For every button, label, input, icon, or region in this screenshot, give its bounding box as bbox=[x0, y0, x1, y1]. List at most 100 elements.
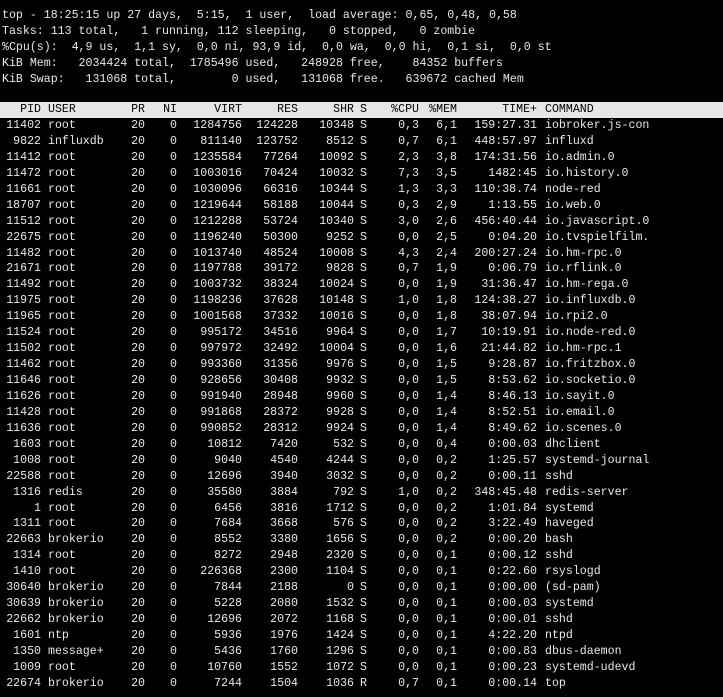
cell-command: io.email.0 bbox=[545, 405, 615, 419]
cell-state: S bbox=[360, 230, 367, 244]
cell-virt: 5436 bbox=[214, 644, 242, 658]
cell-pr: 20 bbox=[131, 389, 145, 403]
cell-pr: 20 bbox=[131, 581, 145, 595]
table-row: 30639 brokerio 20 0 5228 2080 1532 S 0,0 0,1 0:00.… bbox=[0, 596, 723, 612]
table-row: 22662 brokerio 20 0 12696 2072 1168 S 0,0 0,1 0:00… bbox=[0, 612, 723, 628]
col-pid: PID bbox=[20, 103, 41, 116]
cell-command: systemd-udevd bbox=[545, 660, 636, 674]
cell-ni: 0 bbox=[170, 134, 177, 148]
cell-virt: 1003732 bbox=[193, 278, 242, 292]
cell-state: S bbox=[360, 246, 367, 260]
cell-pr: 20 bbox=[131, 676, 145, 690]
cell-mem: 1,9 bbox=[436, 262, 457, 276]
cell-time: 0:22.60 bbox=[488, 565, 537, 579]
cell-ni: 0 bbox=[170, 119, 177, 132]
table-row: 11482 root 20 0 1013740 48524 10008 S 4,3 2,4 200:… bbox=[0, 246, 723, 262]
cell-command: systemd-journal bbox=[545, 453, 650, 467]
cell-user: root bbox=[48, 437, 76, 451]
cell-state: S bbox=[360, 485, 367, 499]
cell-cpu: 0,7 bbox=[398, 262, 419, 276]
cell-pr: 20 bbox=[131, 644, 145, 658]
table-row: 1314 root 20 0 8272 2948 2320 S 0,0 0,1 0:00.12 ssh… bbox=[0, 548, 723, 564]
cell-mem: 1,4 bbox=[436, 389, 457, 403]
cell-shr: 0 bbox=[347, 581, 354, 595]
cell-pr: 20 bbox=[131, 278, 145, 292]
cell-res: 38324 bbox=[263, 278, 298, 292]
cell-shr: 3032 bbox=[326, 469, 354, 483]
table-row: 1316 redis 20 0 35580 3884 792 S 1,0 0,2 348:45.48… bbox=[0, 485, 723, 501]
cell-mem: 1,5 bbox=[436, 358, 457, 372]
cell-cpu: 0,0 bbox=[398, 437, 419, 451]
cell-pid: 1311 bbox=[13, 517, 41, 531]
table-row: 1311 root 20 0 7684 3668 576 S 0,0 0,2 3:22.49 have… bbox=[0, 516, 723, 532]
cell-ni: 0 bbox=[170, 421, 177, 435]
cell-mem: 1,8 bbox=[436, 294, 457, 308]
cell-res: 28948 bbox=[263, 389, 298, 403]
cell-user: root bbox=[48, 262, 76, 276]
cell-mem: 2,9 bbox=[436, 198, 457, 212]
cell-mem: 0,2 bbox=[436, 453, 457, 467]
table-row: 1009 root 20 0 10760 1552 1072 S 0,0 0,1 0:00.23 sy… bbox=[0, 660, 723, 676]
cell-res: 123752 bbox=[256, 134, 298, 148]
cell-ni: 0 bbox=[170, 374, 177, 387]
cell-time: 0:00.20 bbox=[488, 533, 537, 547]
cell-state: S bbox=[360, 549, 367, 563]
table-row: 22674 brokerio 20 0 7244 1504 1036 R 0,7 0,1 0:00.… bbox=[0, 676, 723, 692]
cell-virt: 991940 bbox=[200, 389, 242, 403]
cell-pid: 1009 bbox=[13, 660, 41, 674]
cell-mem: 0,2 bbox=[436, 501, 457, 515]
cell-shr: 8512 bbox=[326, 134, 354, 148]
cell-time: 9:28.87 bbox=[488, 358, 537, 372]
col-state: S bbox=[360, 103, 367, 116]
cell-user: root bbox=[48, 310, 76, 324]
table-row: 11462 root 20 0 993360 31356 9976 S 0,0 1,5 9:28.8… bbox=[0, 357, 723, 373]
cell-user: root bbox=[48, 182, 76, 196]
cell-pid: 11412 bbox=[6, 150, 41, 164]
col-pr: PR bbox=[131, 103, 145, 116]
cell-virt: 10812 bbox=[207, 437, 242, 451]
cell-time: 174:31.56 bbox=[474, 150, 537, 164]
cell-cpu: 3,0 bbox=[398, 214, 419, 228]
cell-ni: 0 bbox=[170, 581, 177, 595]
cell-time: 8:49.62 bbox=[488, 421, 537, 435]
cell-ni: 0 bbox=[170, 644, 177, 658]
cell-command: bash bbox=[545, 533, 573, 547]
col-ni: NI bbox=[163, 103, 177, 116]
cell-pr: 20 bbox=[131, 549, 145, 563]
cell-shr: 1532 bbox=[326, 597, 354, 611]
table-row: 11512 root 20 0 1212288 53724 10340 S 3,0 2,6 456:… bbox=[0, 214, 723, 230]
cell-user: influxdb bbox=[48, 134, 104, 148]
cell-virt: 1196240 bbox=[193, 230, 242, 244]
cell-mem: 0,1 bbox=[436, 549, 457, 563]
cell-mem: 1,5 bbox=[436, 374, 457, 387]
cell-pid: 11975 bbox=[6, 294, 41, 308]
cell-time: 348:45.48 bbox=[474, 485, 537, 499]
cell-shr: 1104 bbox=[326, 565, 354, 579]
cell-command: systemd bbox=[545, 501, 594, 515]
cell-cpu: 0,0 bbox=[398, 453, 419, 467]
cell-command: top bbox=[545, 676, 566, 690]
cell-command: io.scenes.0 bbox=[545, 421, 622, 435]
table-row: 11626 root 20 0 991940 28948 9960 S 0,0 1,4 8:46.1… bbox=[0, 389, 723, 405]
cell-pr: 20 bbox=[131, 453, 145, 467]
cell-res: 37628 bbox=[263, 294, 298, 308]
cell-pr: 20 bbox=[131, 150, 145, 164]
table-row: 11428 root 20 0 991868 28372 9928 S 0,0 1,4 8:52.5… bbox=[0, 405, 723, 421]
table-row: 1601 ntp 20 0 5936 1976 1424 S 0,0 0,1 4:22.20 ntpd bbox=[0, 628, 723, 644]
cell-state: S bbox=[360, 198, 367, 212]
cell-user: root bbox=[48, 342, 76, 356]
cell-user: redis bbox=[48, 485, 83, 499]
col-command: COMMAND bbox=[545, 103, 594, 116]
cell-command: haveged bbox=[545, 517, 594, 531]
cell-time: 38:07.94 bbox=[481, 310, 537, 324]
cell-mem: 1,9 bbox=[436, 278, 457, 292]
cell-shr: 9828 bbox=[326, 262, 354, 276]
cell-shr: 1296 bbox=[326, 644, 354, 658]
cell-ni: 0 bbox=[170, 676, 177, 690]
cell-virt: 1197788 bbox=[193, 262, 242, 276]
cell-command: io.web.0 bbox=[545, 198, 601, 212]
cell-user: root bbox=[48, 517, 76, 531]
cell-shr: 4244 bbox=[326, 453, 354, 467]
cell-time: 0:00.12 bbox=[488, 549, 537, 563]
cell-shr: 792 bbox=[333, 485, 354, 499]
